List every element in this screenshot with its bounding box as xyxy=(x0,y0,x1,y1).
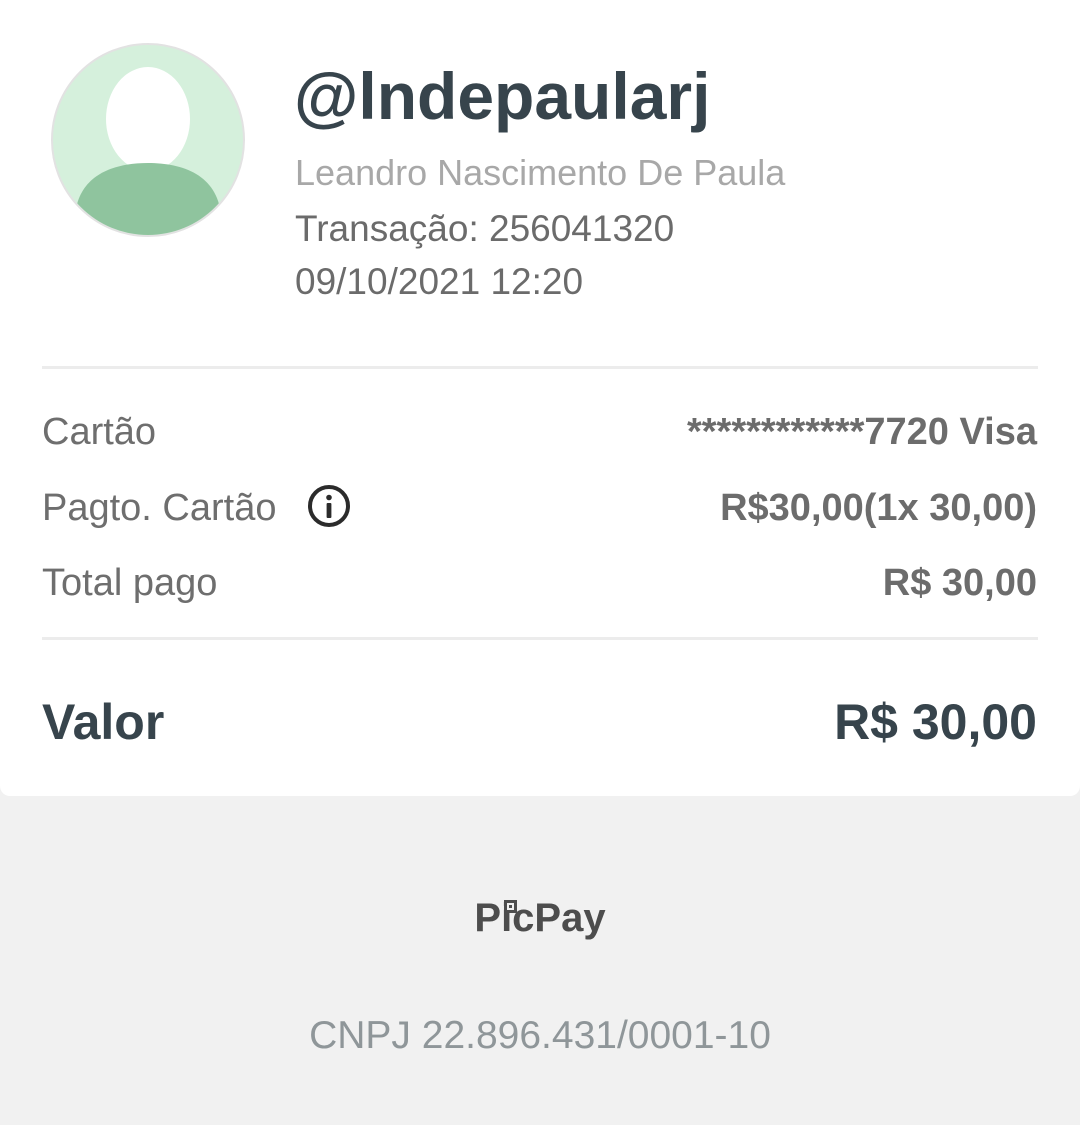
valor-label: Valor xyxy=(42,694,165,750)
full-name: Leandro Nascimento De Paula xyxy=(295,152,786,193)
username: @lndepaularj xyxy=(294,59,711,133)
card-value: ************7720 Visa xyxy=(686,411,1037,453)
person-placeholder-icon xyxy=(75,67,221,235)
payment-label: Pagto. Cartão xyxy=(42,487,277,529)
card-label: Cartão xyxy=(42,411,157,453)
transaction-datetime: 09/10/2021 12:20 xyxy=(295,261,584,302)
total-value: R$ 30,00 xyxy=(882,562,1037,604)
divider-bottom xyxy=(42,637,1038,640)
divider-top xyxy=(42,366,1038,369)
cnpj-text: CNPJ 22.896.431/0001-10 xyxy=(309,1014,771,1057)
receipt-card: @lndepaularj Leandro Nascimento De Paula… xyxy=(0,0,1080,796)
brand-name: PicPay xyxy=(474,896,606,940)
valor-value: R$ 30,00 xyxy=(834,694,1037,750)
avatar xyxy=(51,43,245,237)
total-label: Total pago xyxy=(42,562,218,604)
transaction-id: Transação: 256041320 xyxy=(295,208,675,249)
qr-dot-icon xyxy=(504,900,518,913)
info-circle-icon[interactable] xyxy=(307,484,351,528)
picpay-logo: PicPay xyxy=(0,896,1080,941)
payment-value: R$30,00(1x 30,00) xyxy=(720,487,1037,529)
